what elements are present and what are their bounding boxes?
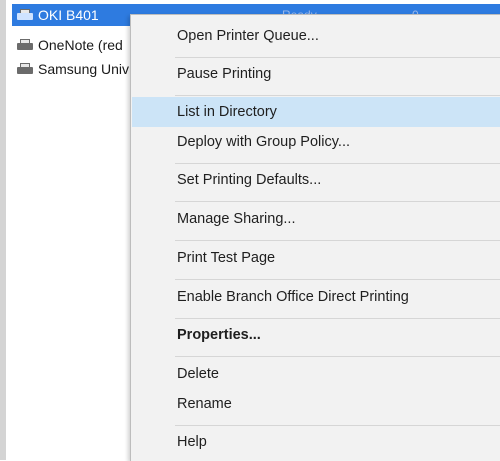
menu-item-rename[interactable]: Rename xyxy=(132,389,500,419)
menu-separator xyxy=(175,356,500,357)
printer-row-samsung[interactable]: Samsung Univ s xyxy=(16,58,129,80)
menu-separator xyxy=(175,318,500,319)
menu-item-open-printer-queue[interactable]: Open Printer Queue... xyxy=(132,21,500,51)
menu-separator xyxy=(175,240,500,241)
menu-item-properties[interactable]: Properties... xyxy=(132,320,500,350)
menu-separator xyxy=(175,57,500,58)
printer-icon xyxy=(16,63,34,75)
printer-context-menu: Open Printer Queue... Pause Printing Lis… xyxy=(130,14,500,461)
menu-separator xyxy=(175,95,500,96)
menu-item-list-in-directory[interactable]: List in Directory xyxy=(132,97,500,127)
printer-name: OKI B401 xyxy=(38,7,99,23)
menu-item-manage-sharing[interactable]: Manage Sharing... xyxy=(132,204,500,234)
menu-separator xyxy=(175,425,500,426)
printer-icon xyxy=(16,39,34,51)
printer-icon xyxy=(16,9,34,21)
printer-name: OneNote (red xyxy=(38,37,123,53)
menu-item-delete[interactable]: Delete xyxy=(132,359,500,389)
menu-item-deploy-group-policy[interactable]: Deploy with Group Policy... xyxy=(132,127,500,157)
menu-item-pause-printing[interactable]: Pause Printing xyxy=(132,59,500,89)
menu-separator xyxy=(175,279,500,280)
menu-item-help[interactable]: Help xyxy=(132,427,500,457)
menu-item-set-printing-defaults[interactable]: Set Printing Defaults... xyxy=(132,165,500,195)
menu-separator xyxy=(175,163,500,164)
menu-item-print-test-page[interactable]: Print Test Page xyxy=(132,243,500,273)
printer-name: Samsung Univ xyxy=(38,61,130,77)
menu-separator xyxy=(175,201,500,202)
menu-item-branch-office-direct-printing[interactable]: Enable Branch Office Direct Printing xyxy=(132,282,500,312)
printer-row-onenote[interactable]: OneNote (red s xyxy=(16,34,123,56)
